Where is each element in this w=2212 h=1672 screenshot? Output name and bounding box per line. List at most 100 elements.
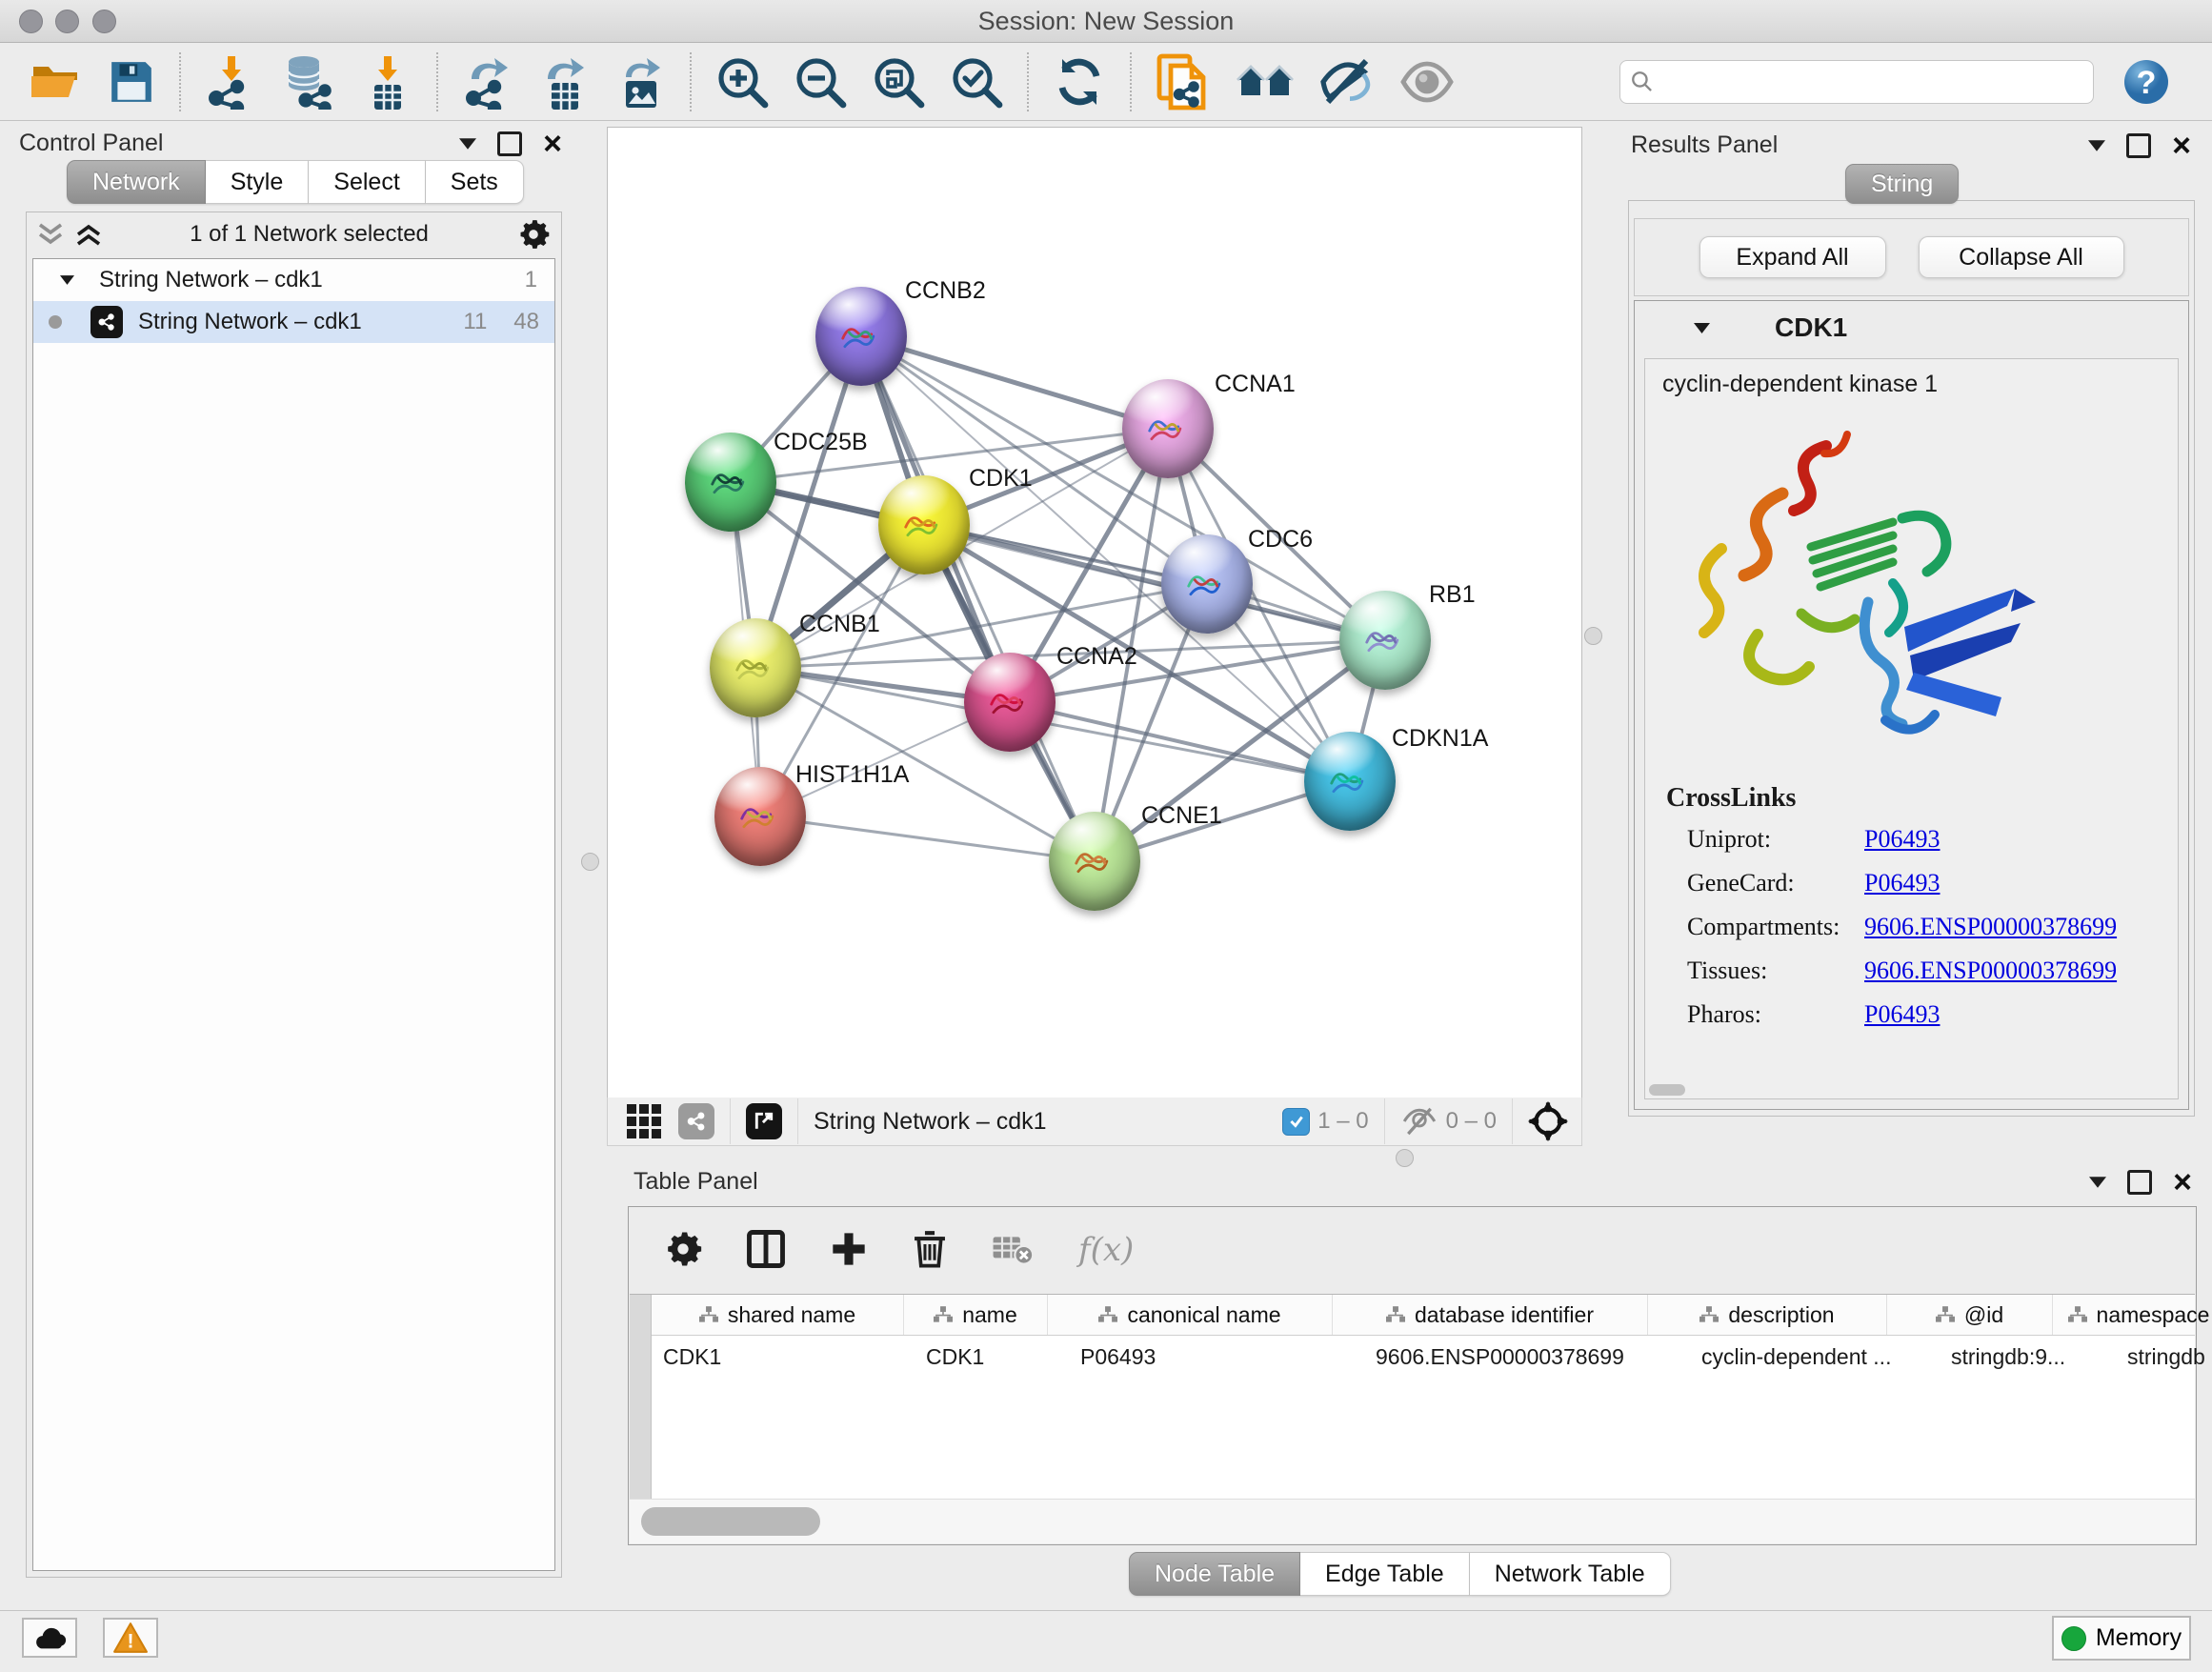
entry-collapse-icon[interactable]	[1694, 323, 1710, 333]
delete-table-button[interactable]	[986, 1231, 1039, 1270]
tab-network[interactable]: Network	[67, 160, 206, 204]
apply-layout-button[interactable]	[1053, 55, 1106, 109]
tab-style[interactable]: Style	[206, 160, 310, 204]
network-row[interactable]: String Network – cdk1 11 48	[33, 301, 554, 343]
tab-edge-table[interactable]: Edge Table	[1300, 1552, 1470, 1596]
open-session-button[interactable]	[30, 59, 83, 105]
save-session-button[interactable]	[108, 58, 155, 106]
export-table-button[interactable]	[538, 54, 590, 110]
column-header-@id[interactable]: @id	[1887, 1295, 2053, 1335]
panel-menu-icon[interactable]	[2088, 140, 2105, 151]
selected-count-checkbox[interactable]	[1282, 1108, 1310, 1136]
network-node-CCNB1[interactable]	[710, 618, 801, 717]
search-input[interactable]	[1655, 64, 2093, 100]
table-cell[interactable]: stringdb:9...	[1940, 1336, 2116, 1378]
show-columns-button[interactable]	[740, 1228, 792, 1273]
zoom-in-button[interactable]	[715, 55, 769, 109]
tab-select[interactable]: Select	[309, 160, 425, 204]
warning-status-button[interactable]: !	[103, 1618, 158, 1658]
open-in-window-icon[interactable]	[746, 1103, 782, 1139]
collapse-all-icon[interactable]	[38, 223, 63, 246]
network-node-CCNA2[interactable]	[964, 653, 1056, 752]
zoom-selected-button[interactable]	[950, 55, 1003, 109]
import-table-button[interactable]	[361, 54, 412, 110]
crosslink-value-link[interactable]: 9606.ENSP00000378699	[1864, 957, 2117, 985]
network-canvas[interactable]: CCNB2CCNA1CDC25BCDK1CDC6RB1CCNB1CCNA2CDK…	[607, 127, 1582, 1099]
delete-column-button[interactable]	[906, 1228, 954, 1273]
expand-all-button[interactable]: Expand All	[1699, 236, 1886, 278]
network-node-CCNE1[interactable]	[1049, 812, 1140, 911]
expand-all-icon[interactable]	[76, 223, 101, 246]
hidden-eye-icon[interactable]	[1400, 1106, 1438, 1137]
show-hidden-button[interactable]	[1399, 60, 1455, 104]
network-collection-row[interactable]: String Network – cdk1 1	[33, 259, 554, 301]
crosslink-value-link[interactable]: P06493	[1864, 869, 1940, 897]
panel-menu-icon[interactable]	[2089, 1177, 2106, 1188]
bottom-splitter-handle[interactable]	[1396, 1149, 1414, 1167]
crosslink-value-link[interactable]: 9606.ENSP00000378699	[1864, 913, 2117, 941]
network-edge[interactable]	[1010, 702, 1350, 781]
zoom-out-button[interactable]	[794, 55, 847, 109]
tab-sets[interactable]: Sets	[426, 160, 524, 204]
network-node-HIST1H1A[interactable]	[714, 767, 806, 866]
table-cell[interactable]: cyclin-dependent ...	[1690, 1336, 1940, 1378]
table-cell[interactable]: CDK1	[652, 1336, 915, 1378]
hide-selected-button[interactable]	[1319, 57, 1375, 107]
table-cell[interactable]: CDK1	[915, 1336, 1069, 1378]
network-node-CDK1[interactable]	[878, 475, 970, 574]
show-all-networks-button[interactable]	[1236, 57, 1295, 107]
table-hscrollbar[interactable]	[630, 1499, 2195, 1543]
column-header-database-identifier[interactable]: database identifier	[1333, 1295, 1648, 1335]
column-header-canonical-name[interactable]: canonical name	[1048, 1295, 1333, 1335]
table-cell[interactable]: stringdb	[2116, 1336, 2212, 1378]
crosslink-value-link[interactable]: P06493	[1864, 1000, 1940, 1029]
close-panel-icon[interactable]: ×	[2172, 136, 2191, 155]
close-panel-icon[interactable]: ×	[543, 134, 562, 153]
column-header-namespace[interactable]: namespace	[2053, 1295, 2212, 1335]
float-panel-icon[interactable]	[2126, 133, 2151, 158]
table-hscrollbar-thumb[interactable]	[641, 1507, 820, 1536]
collapse-all-button[interactable]: Collapse All	[1919, 236, 2124, 278]
network-node-CDKN1A[interactable]	[1304, 732, 1396, 831]
column-header-shared-name[interactable]: shared name	[652, 1295, 904, 1335]
center-view-crosshair-icon[interactable]	[1528, 1101, 1568, 1141]
float-panel-icon[interactable]	[497, 131, 522, 156]
float-panel-icon[interactable]	[2127, 1170, 2152, 1195]
network-node-CDC25B[interactable]	[685, 433, 776, 532]
column-header-name[interactable]: name	[904, 1295, 1048, 1335]
panel-menu-icon[interactable]	[459, 138, 476, 150]
birdseye-grid-icon[interactable]	[627, 1104, 661, 1138]
zoom-fit-button[interactable]	[872, 55, 925, 109]
function-builder-button[interactable]: f(x)	[1078, 1231, 1134, 1269]
left-splitter-handle[interactable]	[581, 853, 599, 871]
tab-node-table[interactable]: Node Table	[1129, 1552, 1300, 1596]
close-panel-icon[interactable]: ×	[2173, 1173, 2192, 1192]
results-hscrollbar-thumb[interactable]	[1649, 1084, 1685, 1096]
network-edge[interactable]	[760, 816, 1095, 861]
network-options-gear-icon[interactable]	[517, 218, 550, 251]
clone-network-button[interactable]	[1156, 52, 1211, 111]
cloud-status-button[interactable]	[22, 1618, 77, 1658]
tree-expand-icon[interactable]	[60, 275, 74, 285]
network-node-CDC6[interactable]	[1161, 534, 1253, 634]
create-column-button[interactable]	[824, 1229, 874, 1272]
tab-network-table[interactable]: Network Table	[1470, 1552, 1671, 1596]
crosslink-value-link[interactable]: P06493	[1864, 825, 1940, 854]
gene-entry-header[interactable]: CDK1	[1635, 301, 2188, 354]
string-badge-icon[interactable]	[678, 1103, 714, 1139]
help-button[interactable]: ?	[2122, 58, 2170, 106]
export-network-button[interactable]	[462, 54, 513, 110]
export-image-button[interactable]	[614, 54, 666, 110]
table-options-button[interactable]	[658, 1229, 708, 1272]
tab-string[interactable]: String	[1845, 164, 1959, 204]
import-network-button[interactable]	[205, 54, 256, 110]
table-row[interactable]: CDK1CDK1P064939606.ENSP00000378699cyclin…	[652, 1336, 2195, 1378]
column-header-description[interactable]: description	[1648, 1295, 1887, 1335]
network-node-CCNB2[interactable]	[815, 287, 907, 386]
right-splitter-handle[interactable]	[1584, 627, 1602, 645]
network-node-CCNA1[interactable]	[1122, 379, 1214, 478]
network-node-RB1[interactable]	[1339, 591, 1431, 690]
table-cell[interactable]: 9606.ENSP00000378699	[1364, 1336, 1690, 1378]
table-cell[interactable]: P06493	[1069, 1336, 1364, 1378]
memory-button[interactable]: Memory	[2052, 1616, 2191, 1661]
